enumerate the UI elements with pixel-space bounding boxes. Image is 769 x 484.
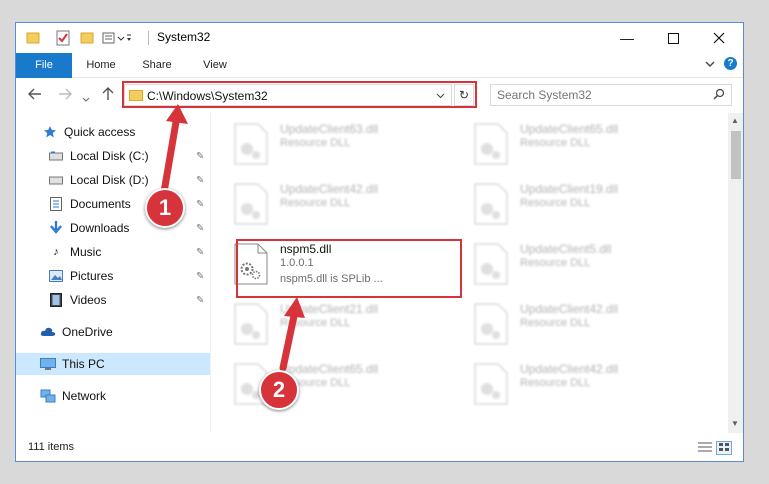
step-2-badge: 2 <box>259 370 299 410</box>
step-1-badge: 1 <box>145 188 185 228</box>
annotation-arrows <box>159 104 305 372</box>
